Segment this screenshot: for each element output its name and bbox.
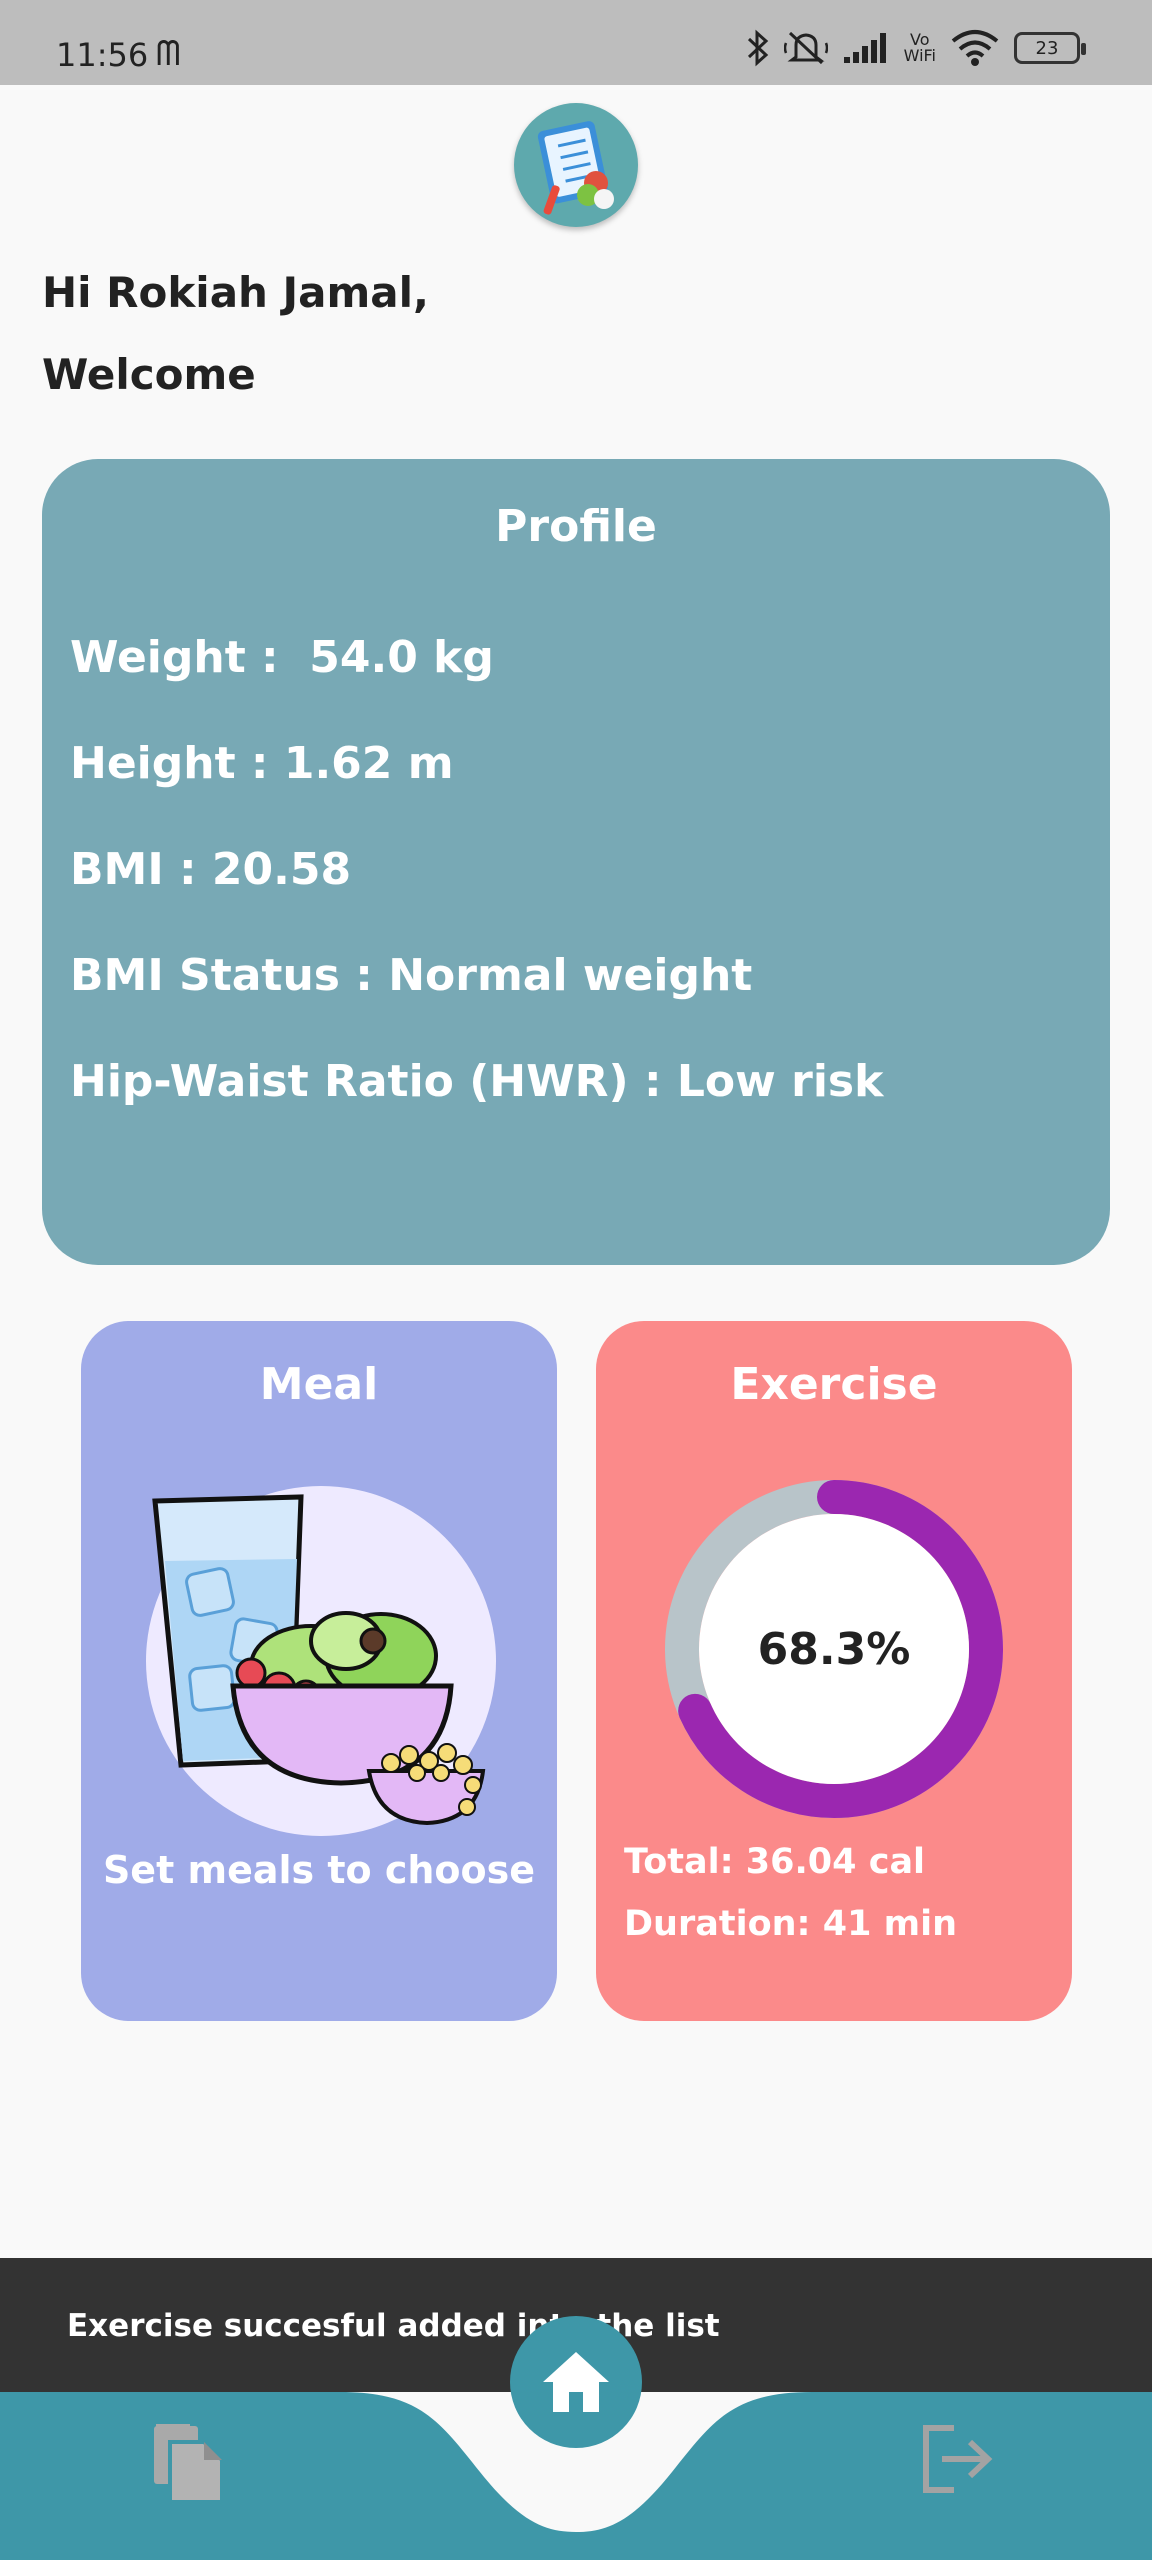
vowifi-icon: Vo WiFi <box>903 30 936 65</box>
profile-height: Height : 1.62 m <box>70 738 454 789</box>
bluetooth-icon <box>747 29 768 67</box>
profile-hwr: Hip-Waist Ratio (HWR) : Low risk <box>70 1056 884 1107</box>
profile-bmi: BMI : 20.58 <box>70 844 352 895</box>
profile-card[interactable]: Profile Weight : 54.0 kg Height : 1.62 m… <box>42 459 1110 1265</box>
wifi-icon <box>951 30 999 66</box>
meal-illustration <box>146 1486 496 1836</box>
battery-icon: 23 <box>1014 32 1086 64</box>
checklist-logo-icon <box>537 121 614 215</box>
status-icons: Vo WiFi 23 <box>746 28 1086 68</box>
exercise-duration: Duration: 41 min <box>624 1904 957 1944</box>
exercise-card[interactable]: Exercise 68.3% Total: 36.04 cal Duration… <box>596 1321 1072 2021</box>
meal-card[interactable]: Meal Set meals to choose <box>81 1321 557 2021</box>
signal-icon <box>843 33 886 63</box>
home-button[interactable] <box>510 2316 642 2448</box>
carrier-logo-icon: ᗰ <box>156 34 181 74</box>
home-icon <box>543 2352 609 2412</box>
meal-title: Meal <box>259 1359 379 1410</box>
status-time: 11:56 <box>56 36 149 74</box>
profile-bmi-status: BMI Status : Normal weight <box>70 950 753 1001</box>
greeting-text: Hi Rokiah Jamal, <box>42 268 429 317</box>
documents-icon[interactable] <box>150 2420 230 2506</box>
mute-icon <box>783 31 828 65</box>
battery-level: 23 <box>1035 37 1059 59</box>
exercise-progress-label: 68.3% <box>757 1623 911 1675</box>
meal-caption: Set meals to choose <box>102 1848 536 1892</box>
status-bar: 11:56 ᗰ Vo WiFi 23 <box>0 0 1152 85</box>
profile-weight: Weight : 54.0 kg <box>70 632 494 683</box>
profile-title: Profile <box>495 501 657 552</box>
exercise-total: Total: 36.04 cal <box>624 1842 926 1882</box>
exercise-title: Exercise <box>730 1359 938 1410</box>
logout-icon[interactable] <box>920 2422 994 2496</box>
welcome-text: Welcome <box>42 350 256 399</box>
app-logo <box>514 103 638 227</box>
